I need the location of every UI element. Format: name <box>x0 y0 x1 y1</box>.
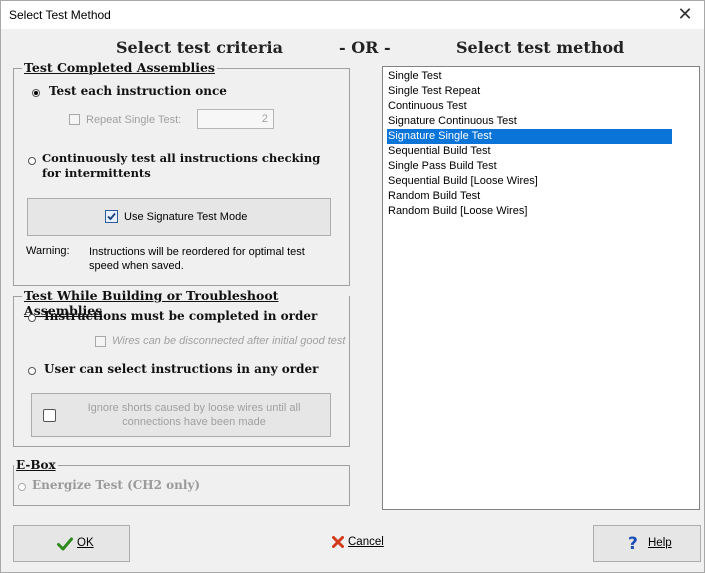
repeat-single-checkbox[interactable] <box>69 114 80 125</box>
ok-label: OK <box>77 537 94 549</box>
dialog-window: Select Test Method ✕ Select test criteri… <box>0 0 705 573</box>
warning-text: Instructions will be reordered for optim… <box>89 246 305 272</box>
method-header: Select test method <box>456 38 625 57</box>
or-separator: - OR - <box>339 38 391 57</box>
window-title: Select Test Method <box>9 8 111 22</box>
ok-button[interactable]: OK <box>13 525 130 562</box>
completed-legend: Test Completed Assemblies <box>22 60 217 75</box>
close-icon[interactable]: ✕ <box>670 3 700 27</box>
any-order-label[interactable]: User can select instructions in any orde… <box>44 362 318 376</box>
any-order-radio[interactable] <box>28 367 36 375</box>
warning-label: Warning: <box>26 245 70 257</box>
list-item[interactable]: Signature Continuous Test <box>387 114 672 129</box>
ebox-group: E-Box Energize Test (CH2 only) <box>13 458 350 506</box>
checkbox-checked-icon <box>105 210 118 223</box>
help-question-icon: ? <box>628 534 638 554</box>
list-item[interactable]: Single Test <box>387 69 672 84</box>
list-item[interactable]: Sequential Build Test <box>387 144 672 159</box>
list-item[interactable]: Single Test Repeat <box>387 84 672 99</box>
ignore-shorts-button[interactable]: Ignore shorts caused by loose wires unti… <box>31 393 331 437</box>
building-group: Test While Building or Troubleshoot Asse… <box>13 288 350 447</box>
continuous-radio[interactable] <box>28 157 36 165</box>
list-item-selected[interactable]: Signature Single Test <box>387 129 672 144</box>
test-once-radio[interactable] <box>32 89 40 97</box>
cancel-x-icon[interactable] <box>332 536 344 548</box>
help-button[interactable]: ? Help <box>593 525 701 562</box>
list-item[interactable]: Sequential Build [Loose Wires] <box>387 174 672 189</box>
test-method-list[interactable]: Single Test Single Test Repeat Continuou… <box>382 66 700 510</box>
repeat-single-label: Repeat Single Test: <box>86 114 182 126</box>
disconnect-checkbox[interactable] <box>95 336 106 347</box>
ignore-shorts-label: Ignore shorts caused by loose wires unti… <box>87 402 301 428</box>
in-order-label[interactable]: Instructions must be completed in order <box>44 309 317 323</box>
list-item[interactable]: Single Pass Build Test <box>387 159 672 174</box>
help-label: Help <box>648 537 672 549</box>
repeat-count-field[interactable]: 2 <box>197 109 274 129</box>
test-once-label[interactable]: Test each instruction once <box>49 84 227 98</box>
list-item[interactable]: Random Build [Loose Wires] <box>387 204 672 219</box>
criteria-header: Select test criteria <box>116 38 283 57</box>
signature-mode-label: Use Signature Test Mode <box>124 211 248 223</box>
check-icon <box>57 537 73 551</box>
signature-mode-button[interactable]: Use Signature Test Mode <box>27 198 331 236</box>
ebox-legend: E-Box <box>14 458 58 472</box>
repeat-count-value: 2 <box>261 113 268 125</box>
cancel-button[interactable]: Cancel <box>348 536 384 548</box>
list-item[interactable]: Random Build Test <box>387 189 672 204</box>
energize-radio[interactable] <box>18 483 26 491</box>
list-item[interactable]: Continuous Test <box>387 99 672 114</box>
energize-label[interactable]: Energize Test (CH2 only) <box>32 478 200 492</box>
continuous-label[interactable]: Continuously test all instructions check… <box>42 151 332 181</box>
checkbox-icon <box>43 409 56 422</box>
title-bar: Select Test Method ✕ <box>1 1 704 29</box>
in-order-radio[interactable] <box>28 314 36 322</box>
completed-assemblies-group: Test Completed Assemblies Test each inst… <box>13 60 350 286</box>
disconnect-label: Wires can be disconnected after initial … <box>112 335 346 347</box>
